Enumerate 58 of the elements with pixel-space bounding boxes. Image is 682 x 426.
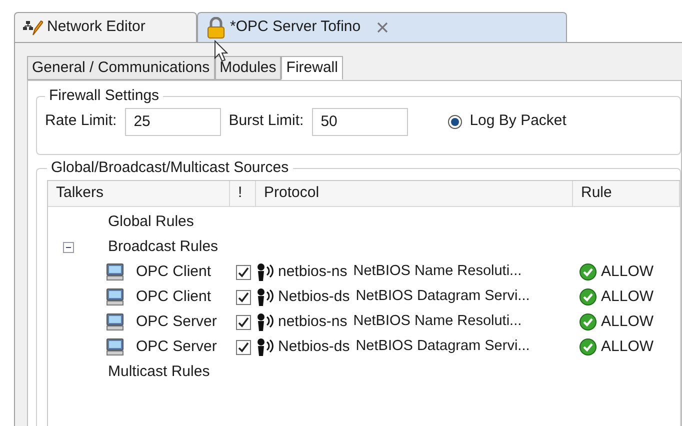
mouse-cursor-icon	[214, 40, 228, 62]
group-title: Firewall Settings	[48, 86, 160, 106]
rule-cell-text: ALLOW	[601, 286, 654, 307]
column-header[interactable]: Rule	[573, 180, 680, 206]
computer-icon	[106, 288, 124, 306]
check-circle-icon	[579, 313, 597, 331]
editor-tab[interactable]: Network Editor	[14, 12, 197, 42]
broadcast-figure-icon	[256, 338, 276, 356]
editor-tab[interactable]: *OPC Server Tofino	[197, 12, 567, 42]
protocol-description: NetBIOS Name Resoluti...	[353, 262, 522, 282]
protocol-name: Netbios-ds	[278, 336, 350, 357]
column-header[interactable]: !	[230, 180, 256, 206]
log-by-packet-radio[interactable]: Log By Packet	[448, 110, 566, 133]
computer-icon	[106, 313, 124, 331]
field-label: Rate Limit:	[45, 111, 117, 132]
talker-cell[interactable]: OPC Server	[136, 336, 217, 358]
group-title: Global/Broadcast/Multicast Sources	[50, 158, 290, 178]
check-circle-icon	[579, 338, 597, 356]
protocol-description: NetBIOS Datagram Servi...	[356, 337, 530, 356]
checkbox[interactable]	[236, 264, 250, 280]
rule-cell-text: ALLOW	[601, 312, 654, 332]
check-circle-icon	[579, 263, 597, 281]
protocol-name: netbios-ns	[278, 312, 348, 332]
checkbox[interactable]	[236, 340, 250, 354]
talker-cell[interactable]: OPC Client	[136, 260, 212, 284]
collapse-icon[interactable]	[63, 242, 74, 252]
lock-icon	[206, 16, 226, 38]
broadcast-figure-icon	[256, 263, 276, 281]
check-circle-icon	[579, 288, 597, 306]
section-tab[interactable]: Modules	[214, 56, 282, 80]
tab-label: *OPC Server Tofino	[230, 17, 361, 38]
column-header[interactable]: Talkers	[48, 180, 230, 206]
column-header[interactable]: Protocol	[256, 180, 573, 206]
broadcast-figure-icon	[256, 313, 276, 331]
computer-icon	[106, 338, 124, 356]
section-tab[interactable]: General / Communications	[27, 56, 215, 80]
rule-cell-text: ALLOW	[601, 262, 654, 282]
network-pencil-icon	[23, 20, 43, 36]
tree-item[interactable]: Multicast Rules	[108, 360, 210, 384]
protocol-description: NetBIOS Datagram Servi...	[356, 287, 530, 306]
protocol-name: netbios-ns	[278, 262, 348, 282]
protocol-description: NetBIOS Name Resoluti...	[353, 312, 522, 332]
checkbox[interactable]	[236, 290, 250, 304]
field-label: Burst Limit:	[228, 111, 304, 132]
checkbox[interactable]	[236, 314, 250, 330]
rate-limit-field[interactable]: 25	[124, 108, 221, 136]
talker-cell[interactable]: OPC Client	[136, 286, 212, 308]
tree-item[interactable]: Global Rules	[108, 210, 194, 234]
tree-item[interactable]: Broadcast Rules	[108, 236, 218, 258]
burst-limit-field[interactable]: 50	[312, 108, 408, 136]
protocol-name: Netbios-ds	[278, 286, 350, 307]
tab-label: Network Editor	[47, 17, 146, 38]
talker-cell[interactable]: OPC Server	[136, 310, 217, 334]
computer-icon	[106, 263, 124, 281]
close-icon[interactable]	[376, 22, 388, 33]
section-tab[interactable]: Firewall	[281, 56, 343, 80]
broadcast-figure-icon	[256, 288, 276, 306]
rule-cell-text: ALLOW	[601, 336, 654, 357]
